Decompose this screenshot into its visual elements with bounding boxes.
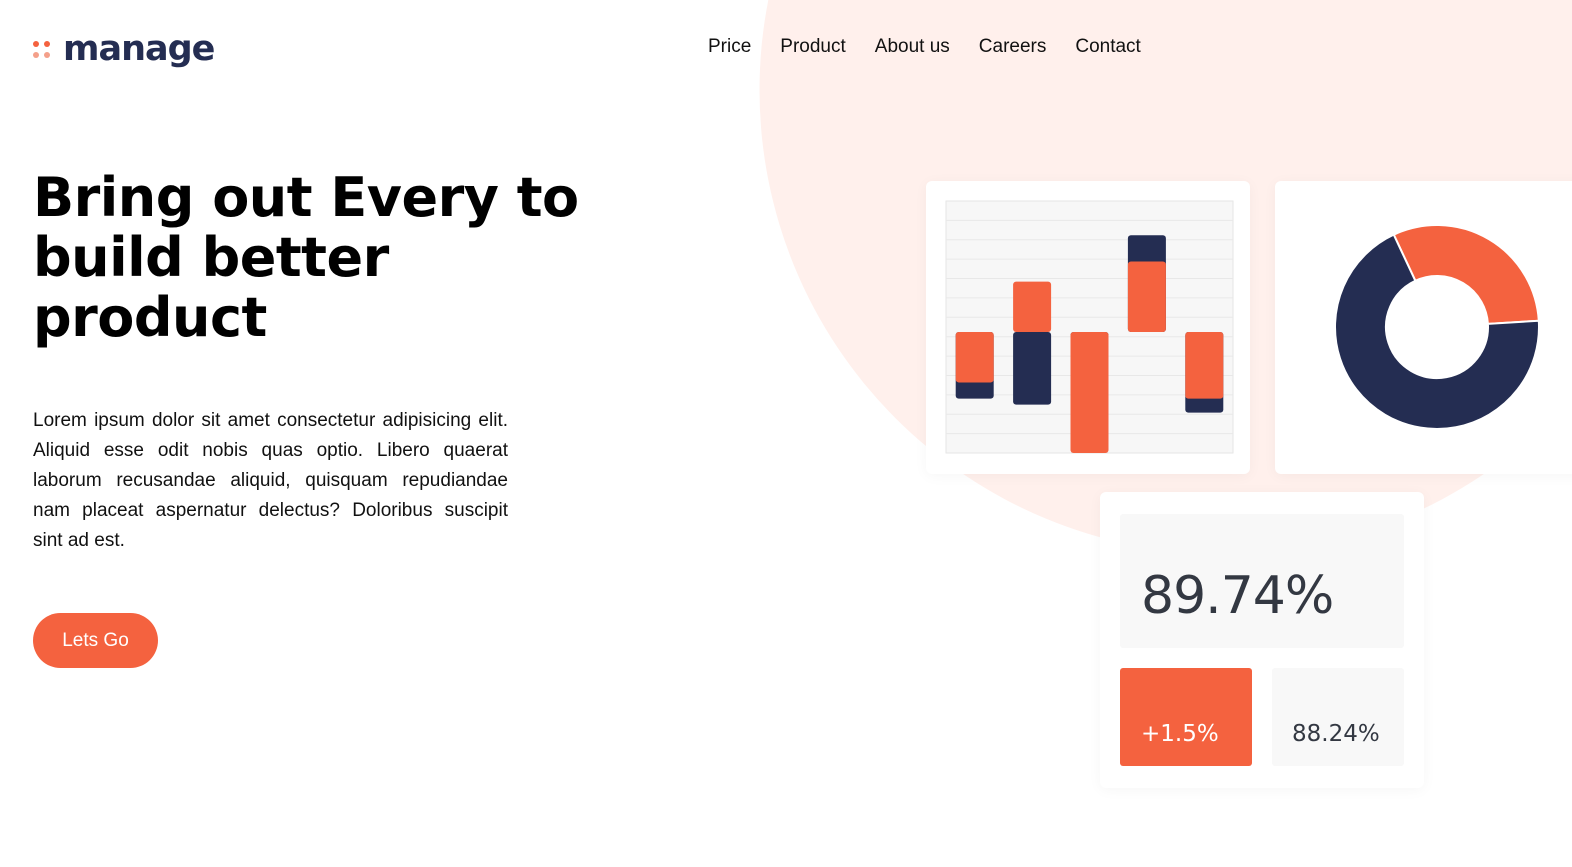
nav-contact[interactable]: Contact bbox=[1075, 34, 1140, 60]
hero-body: Lorem ipsum dolor sit amet consectetur a… bbox=[33, 410, 508, 551]
stat-main-value: 89.74% bbox=[1141, 566, 1334, 626]
lets-go-button[interactable]: Lets Go bbox=[33, 613, 158, 668]
stat-main-tile: 89.74% bbox=[1120, 514, 1404, 648]
stats-card: 89.74% +1.5% 88.24% bbox=[1100, 492, 1424, 788]
logo[interactable]: manage bbox=[33, 28, 215, 70]
stat-secondary-tile: 88.24% bbox=[1272, 668, 1404, 766]
main-nav: Price Product About us Careers Contact bbox=[708, 34, 1170, 60]
bar-chart-card bbox=[926, 181, 1250, 474]
nav-careers[interactable]: Careers bbox=[979, 34, 1047, 60]
hero-headline: Bring out Every to build better product bbox=[33, 166, 579, 349]
logo-dots-icon bbox=[33, 38, 53, 60]
bar-orange-2 bbox=[1013, 281, 1052, 333]
stat-secondary-value: 88.24% bbox=[1292, 721, 1380, 747]
logo-text: manage bbox=[63, 29, 215, 69]
bar-orange-1 bbox=[955, 332, 994, 383]
nav-product[interactable]: Product bbox=[780, 34, 845, 60]
bar-chart bbox=[945, 200, 1234, 454]
stat-change-tile: +1.5% bbox=[1120, 668, 1252, 766]
donut-chart-card bbox=[1275, 181, 1572, 474]
bar-orange-4 bbox=[1127, 261, 1166, 333]
donut-chart bbox=[1334, 224, 1540, 430]
donut-slice-0 bbox=[1392, 224, 1540, 325]
bar-orange-5 bbox=[1185, 332, 1224, 399]
nav-about-us[interactable]: About us bbox=[875, 34, 950, 60]
stat-change-value: +1.5% bbox=[1141, 721, 1219, 747]
bar-navy-2 bbox=[1013, 332, 1052, 405]
bar-orange-3 bbox=[1070, 332, 1109, 453]
nav-price[interactable]: Price bbox=[708, 34, 751, 60]
